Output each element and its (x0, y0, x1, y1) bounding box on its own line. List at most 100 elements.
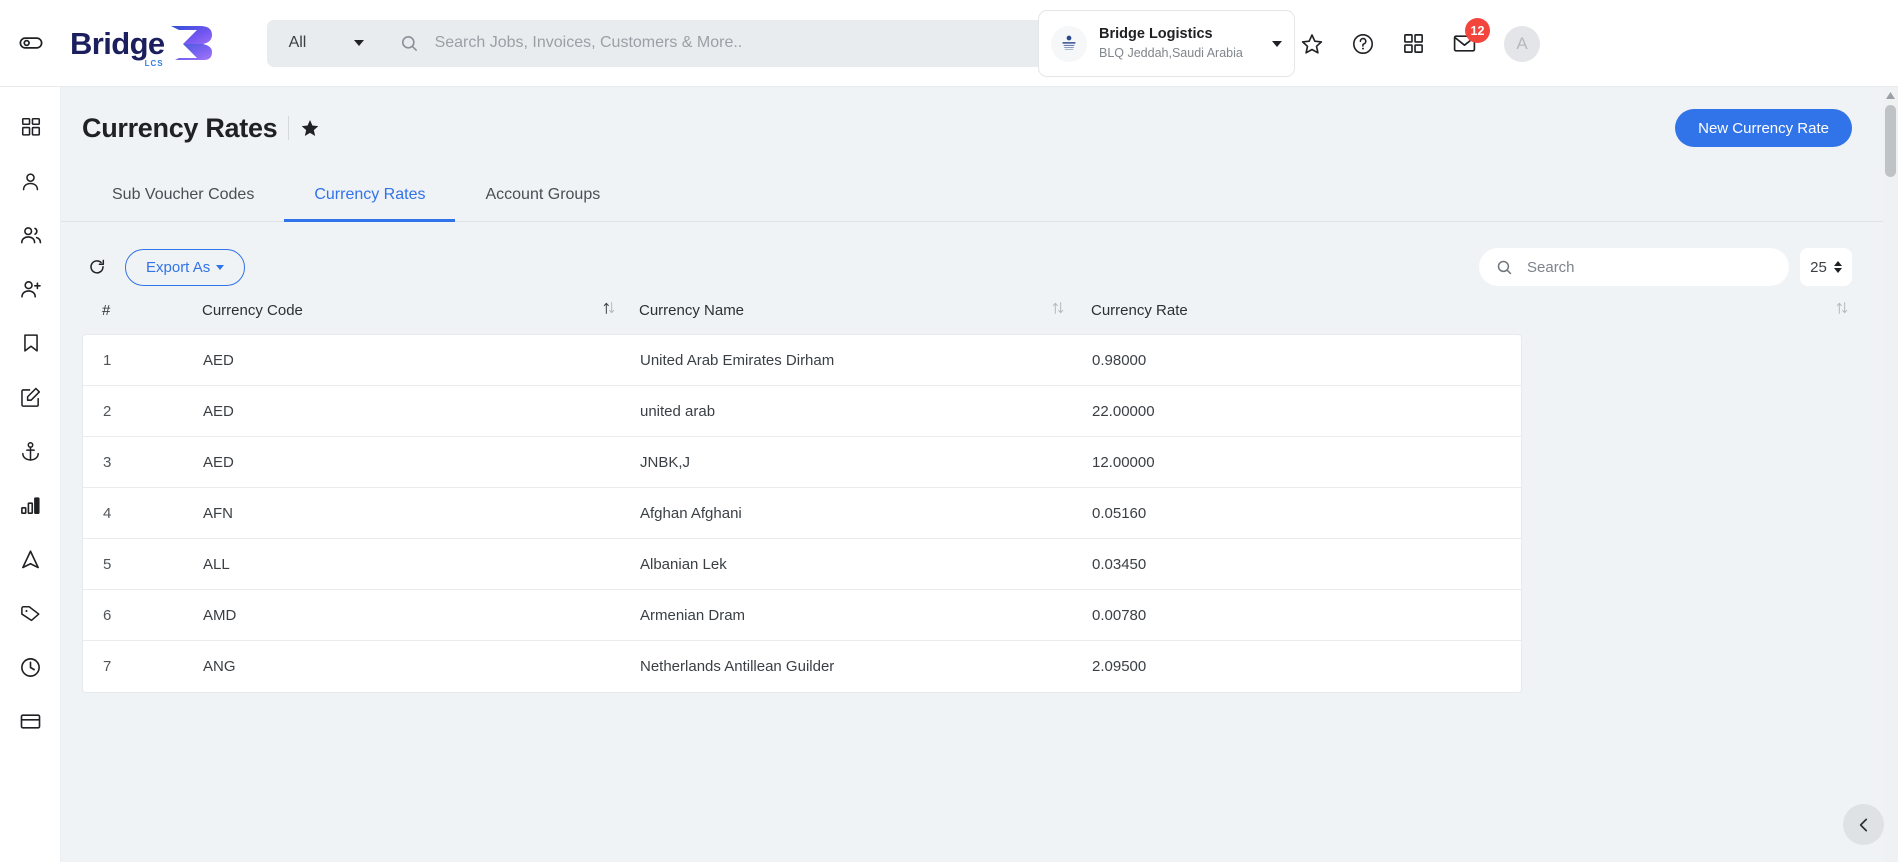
table-row[interactable]: 2 AED united arab 22.00000 (83, 386, 1521, 437)
search-icon (401, 35, 417, 51)
grid-icon (21, 117, 40, 136)
table-row[interactable]: 6 AMD Armenian Dram 0.00780 (83, 590, 1521, 641)
org-location: BLQ Jeddah,Saudi Arabia (1099, 45, 1243, 60)
sidebar-item-tags[interactable] (0, 586, 60, 640)
user-icon (22, 172, 39, 190)
sidebar-item-cards[interactable] (0, 694, 60, 748)
app-root: Bridge LCS All Search Jobs, Invoices, Cu… (0, 0, 1898, 862)
logo-word: Bridge (70, 25, 165, 61)
col-currency-name-label: Currency Name (639, 301, 745, 319)
navigation-arrow-icon (22, 549, 39, 568)
cell-currency-name: United Arab Emirates Dirham (640, 351, 835, 369)
table-row[interactable]: 5 ALL Albanian Lek 0.03450 (83, 539, 1521, 590)
logo-mark-icon (167, 24, 214, 62)
cell-currency-rate: 12.00000 (1092, 453, 1155, 471)
sort-currency-name-icon[interactable] (1050, 300, 1066, 320)
table-body: 1 AED United Arab Emirates Dirham 0.9800… (82, 334, 1522, 693)
clock-icon (21, 657, 40, 677)
cell-currency-name: united arab (640, 402, 716, 420)
sidebar-item-reports[interactable] (0, 478, 60, 532)
sidebar-item-navigation[interactable] (0, 532, 60, 586)
new-currency-rate-button[interactable]: New Currency Rate (1675, 109, 1852, 147)
col-currency-code-label: Currency Code (202, 301, 303, 319)
col-currency-rate: Currency Rate (1091, 300, 1877, 320)
sidebar-item-profile[interactable] (0, 154, 60, 208)
page-scrollbar[interactable] (1883, 87, 1898, 862)
table-row[interactable]: 7 ANG Netherlands Antillean Guilder 2.09… (83, 641, 1521, 692)
cell-currency-code: AED (203, 351, 234, 369)
sort-currency-rate-icon[interactable] (1834, 300, 1850, 320)
user-avatar[interactable]: A (1504, 25, 1540, 62)
tab-sub-voucher-codes[interactable]: Sub Voucher Codes (82, 173, 284, 222)
cell-index: 5 (103, 555, 112, 573)
org-logo-icon (1051, 25, 1087, 62)
cell-index: 2 (103, 402, 112, 420)
spinner-arrows-icon (1833, 261, 1842, 273)
left-sidebar (0, 87, 61, 862)
global-search-input[interactable] (432, 33, 1053, 53)
chevron-left-icon (1859, 818, 1867, 831)
sidebar-item-history[interactable] (0, 640, 60, 694)
global-search-box[interactable] (379, 19, 1088, 67)
cell-currency-name: Albanian Lek (640, 555, 727, 573)
main-content: Currency Rates New Currency Rate Sub Vou… (61, 87, 1898, 862)
tab-account-groups[interactable]: Account Groups (455, 173, 630, 222)
table-search-input[interactable] (1525, 257, 1765, 277)
search-scope-select[interactable]: All (266, 19, 380, 67)
cell-currency-rate: 0.00780 (1092, 606, 1147, 624)
cell-currency-rate: 0.98000 (1092, 351, 1147, 369)
scrollbar-up-arrow-icon[interactable] (1883, 87, 1898, 103)
favorites-star-icon[interactable] (1300, 32, 1324, 56)
cell-index: 6 (103, 606, 112, 624)
organization-selector[interactable]: Bridge Logistics BLQ Jeddah,Saudi Arabia (1038, 10, 1295, 77)
table-row[interactable]: 4 AFN Afghan Afghani 0.05160 (83, 488, 1521, 539)
avatar-letter: A (1516, 33, 1528, 53)
cell-currency-code: AMD (203, 606, 237, 624)
sidebar-item-bookmarks[interactable] (0, 316, 60, 370)
chevron-down-icon (1272, 40, 1282, 47)
sidebar-item-dashboard[interactable] (0, 100, 60, 154)
col-index: # (102, 301, 111, 319)
table-search-box[interactable] (1479, 248, 1789, 286)
tab-currency-rates[interactable]: Currency Rates (284, 173, 456, 222)
export-as-label: Export As (146, 258, 211, 276)
tab-bar: Sub Voucher Codes Currency Rates Account… (61, 173, 1898, 222)
page-size-select[interactable]: 25 (1800, 248, 1852, 286)
logo-subtext: LCS (144, 58, 164, 68)
sidebar-item-customers[interactable] (0, 208, 60, 262)
cell-currency-rate: 0.05160 (1092, 504, 1147, 522)
page-title-group: Currency Rates (82, 113, 320, 144)
brand-logo[interactable]: Bridge LCS (70, 24, 214, 68)
sidebar-item-shipping[interactable] (0, 424, 60, 478)
export-as-button[interactable]: Export As (125, 248, 246, 286)
title-divider (288, 116, 290, 140)
logo-text: Bridge LCS (70, 25, 165, 68)
messages-envelope-icon[interactable]: 12 (1452, 18, 1490, 56)
sidebar-toggle-icon[interactable] (0, 30, 62, 56)
cell-currency-rate: 0.03450 (1092, 555, 1147, 573)
cell-currency-code: AED (203, 402, 234, 420)
cell-currency-name: Netherlands Antillean Guilder (640, 658, 835, 675)
sidebar-item-add-user[interactable] (0, 262, 60, 316)
sidebar-item-edit[interactable] (0, 370, 60, 424)
top-bar: Bridge LCS All Search Jobs, Invoices, Cu… (0, 0, 1898, 87)
refresh-icon (90, 259, 105, 274)
table-row[interactable]: 3 AED JNBK,J 12.00000 (83, 437, 1521, 488)
table-row[interactable]: 1 AED United Arab Emirates Dirham 0.9800… (83, 335, 1521, 386)
page-header: Currency Rates New Currency Rate (61, 87, 1898, 147)
favorite-star-filled-icon[interactable] (300, 118, 320, 138)
cell-currency-code: ALL (203, 555, 230, 573)
sort-currency-code-icon[interactable] (601, 300, 617, 320)
apps-grid-icon[interactable] (1402, 32, 1425, 55)
col-currency-code: Currency Code (202, 300, 639, 320)
help-icon[interactable] (1351, 32, 1375, 56)
org-meta: Bridge Logistics BLQ Jeddah,Saudi Arabia (1099, 25, 1272, 62)
collapse-panel-button[interactable] (1843, 804, 1884, 845)
page-size-value: 25 (1810, 258, 1827, 276)
scrollbar-thumb[interactable] (1885, 105, 1896, 177)
table-header-row: # Currency Code Currency Name Currency R… (82, 286, 1877, 334)
bookmark-icon (23, 334, 38, 352)
refresh-button[interactable] (82, 252, 112, 282)
search-scope-value: All (288, 34, 307, 51)
table-toolbar: Export As 25 (82, 248, 1877, 286)
